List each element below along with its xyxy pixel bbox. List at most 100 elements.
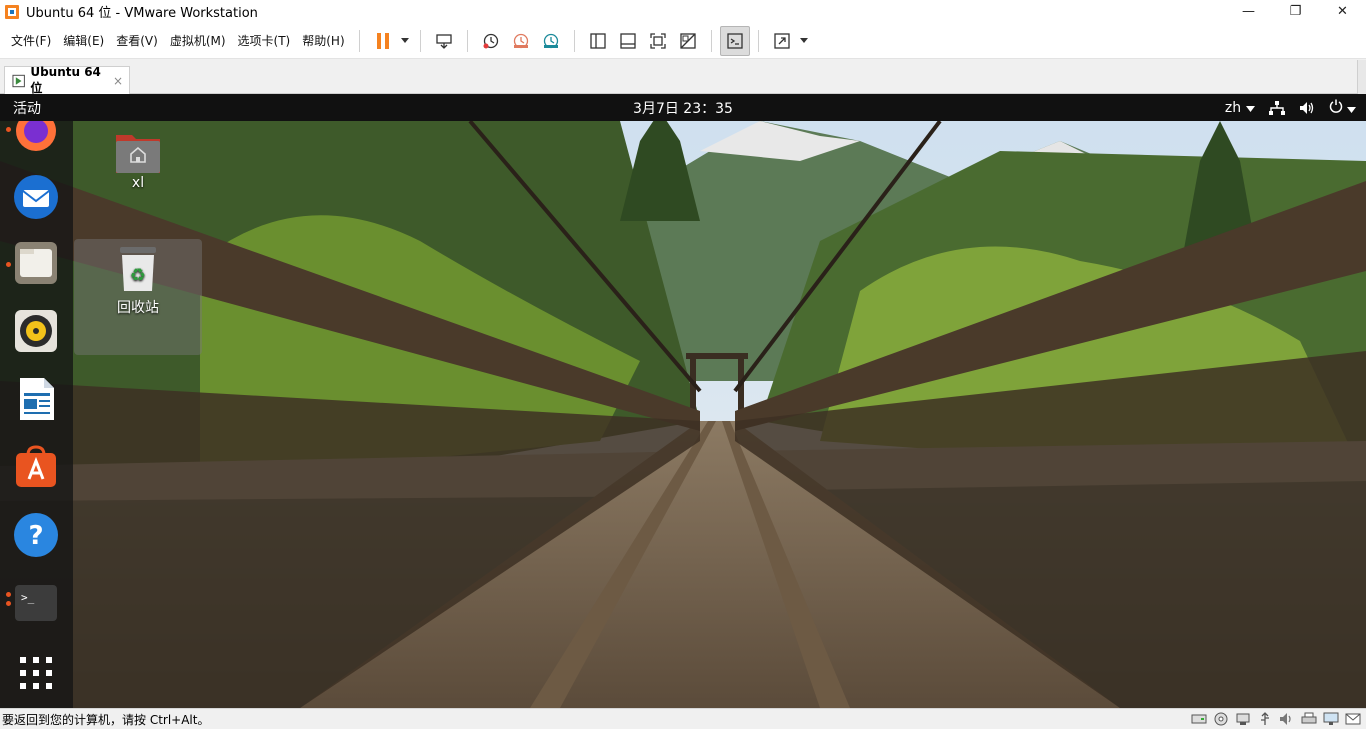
desktop-icon-trash[interactable]: ♻ 回收站 (74, 239, 202, 355)
gnome-top-bar: 活动 3月7日 23：35 zh (0, 94, 1366, 121)
help-icon[interactable]: ? (12, 511, 60, 559)
vmware-app-icon (5, 4, 19, 19)
chevron-down-icon (1347, 106, 1356, 113)
thunderbird-icon[interactable] (12, 173, 60, 221)
input-language[interactable]: zh (1225, 100, 1255, 116)
desktop-icon-label: 回收站 (117, 300, 159, 316)
svg-text:♻: ♻ (130, 265, 146, 286)
running-indicator (6, 601, 11, 606)
power-menu[interactable] (1329, 99, 1356, 117)
console-view-button[interactable] (613, 26, 643, 56)
snapshot-take-button[interactable] (476, 26, 506, 56)
desktop-icon-label: xl (131, 175, 145, 191)
rhythmbox-icon[interactable] (12, 307, 60, 355)
pause-button[interactable] (368, 26, 398, 56)
files-icon[interactable] (12, 239, 60, 287)
desktop-wallpaper (0, 121, 1366, 708)
fullscreen-button[interactable] (643, 26, 673, 56)
home-folder-icon (116, 135, 160, 173)
running-indicator (6, 127, 11, 132)
device-cdrom[interactable] (1212, 711, 1230, 727)
menu-help[interactable]: 帮助(H) (296, 23, 350, 59)
svg-text:>_: >_ (21, 591, 35, 604)
console-view-icon (619, 32, 636, 49)
status-bar: 要返回到您的计算机，请按 Ctrl+Alt。 (0, 708, 1366, 729)
input-language-label: zh (1224, 99, 1242, 116)
snapshot-take-icon (483, 33, 498, 48)
running-indicator (6, 262, 11, 267)
clock[interactable]: 3月7日 23：35 (633, 101, 733, 117)
device-printer[interactable] (1300, 711, 1318, 727)
menu-tabs[interactable]: 选项卡(T) (232, 23, 297, 59)
terminal-view-icon (726, 32, 743, 49)
power-icon (1329, 99, 1342, 113)
menu-file[interactable]: 文件(F) (5, 23, 57, 59)
libreoffice-writer-icon[interactable] (12, 375, 60, 423)
network-icon[interactable] (1268, 100, 1285, 115)
library-view-button[interactable] (583, 26, 613, 56)
fullscreen-icon (649, 32, 666, 49)
device-network[interactable] (1234, 711, 1252, 727)
stretch-guest-icon (773, 32, 790, 49)
monitor-icon (1323, 712, 1339, 725)
chevron-down-icon (400, 38, 409, 43)
printer-icon (1301, 712, 1317, 724)
restore-button[interactable]: ❐ (1272, 0, 1319, 23)
tab-label: Ubuntu 64 位 (30, 65, 101, 95)
snapshot-revert-button[interactable] (506, 26, 536, 56)
device-sound[interactable] (1278, 711, 1296, 727)
unity-icon (679, 32, 696, 49)
speaker-icon (1280, 713, 1291, 725)
vm-tab-icon (12, 74, 25, 87)
snapshot-revert-icon (513, 33, 528, 48)
terminal-view-button[interactable] (719, 25, 750, 56)
unity-button[interactable] (673, 26, 703, 56)
pause-icon (376, 32, 389, 49)
menu-edit[interactable]: 编辑(E) (57, 23, 110, 59)
device-hdd[interactable] (1190, 711, 1208, 727)
minimize-button[interactable]: — (1225, 0, 1272, 23)
ubuntu-software-icon[interactable] (12, 443, 60, 491)
library-view-icon (589, 32, 606, 49)
cd-icon (1214, 712, 1228, 726)
tab-ubuntu[interactable]: Ubuntu 64 位 × (4, 65, 130, 95)
chevron-down-icon (1245, 105, 1255, 112)
guest-screen[interactable]: 活动 3月7日 23：35 zh ? >_ xl ♻ 回收站 (0, 94, 1366, 708)
running-indicator (6, 592, 11, 597)
pause-dropdown[interactable] (398, 26, 412, 56)
tab-strip: Ubuntu 64 位 × (0, 60, 1366, 95)
menu-toolbar: 文件(F) 编辑(E) 查看(V) 虚拟机(M) 选项卡(T) 帮助(H) (0, 23, 1366, 59)
trash-icon: ♻ (120, 247, 156, 291)
stretch-guest-button[interactable] (767, 26, 797, 56)
toolbar-separator (466, 29, 468, 52)
message-log[interactable] (1344, 711, 1362, 727)
toolbar-separator (573, 29, 575, 52)
desktop-icon-home[interactable]: xl (74, 127, 202, 195)
snapshot-manager-button[interactable] (536, 26, 566, 56)
network-adapter-icon (1236, 713, 1250, 725)
toolbar-separator (757, 29, 759, 52)
status-hint: 要返回到您的计算机，请按 Ctrl+Alt。 (2, 712, 210, 727)
device-usb[interactable] (1256, 711, 1274, 727)
device-display[interactable] (1322, 711, 1340, 727)
activities-button[interactable]: 活动 (13, 98, 41, 118)
usb-icon (1261, 712, 1269, 725)
stretch-dropdown[interactable] (797, 26, 811, 56)
message-icon (1345, 713, 1361, 725)
menu-vm[interactable]: 虚拟机(M) (164, 23, 232, 59)
send-ctrl-alt-del-button[interactable] (429, 26, 459, 56)
device-tray (1190, 711, 1362, 727)
show-applications-icon[interactable] (12, 649, 60, 697)
tab-close-button[interactable]: × (113, 74, 123, 88)
ubuntu-dock: ? >_ (0, 111, 73, 708)
toolbar-separator (710, 29, 712, 52)
menu-view[interactable]: 查看(V) (110, 23, 164, 59)
hard-disk-icon (1191, 714, 1207, 724)
system-tray: zh (1225, 99, 1356, 117)
volume-icon[interactable] (1299, 101, 1315, 115)
window-titlebar: Ubuntu 64 位 - VMware Workstation — ❐ ✕ (0, 0, 1366, 23)
svg-text:?: ? (28, 521, 43, 551)
tab-scroll-right[interactable] (1357, 60, 1366, 94)
close-button[interactable]: ✕ (1319, 0, 1366, 23)
terminal-icon[interactable]: >_ (12, 579, 60, 627)
